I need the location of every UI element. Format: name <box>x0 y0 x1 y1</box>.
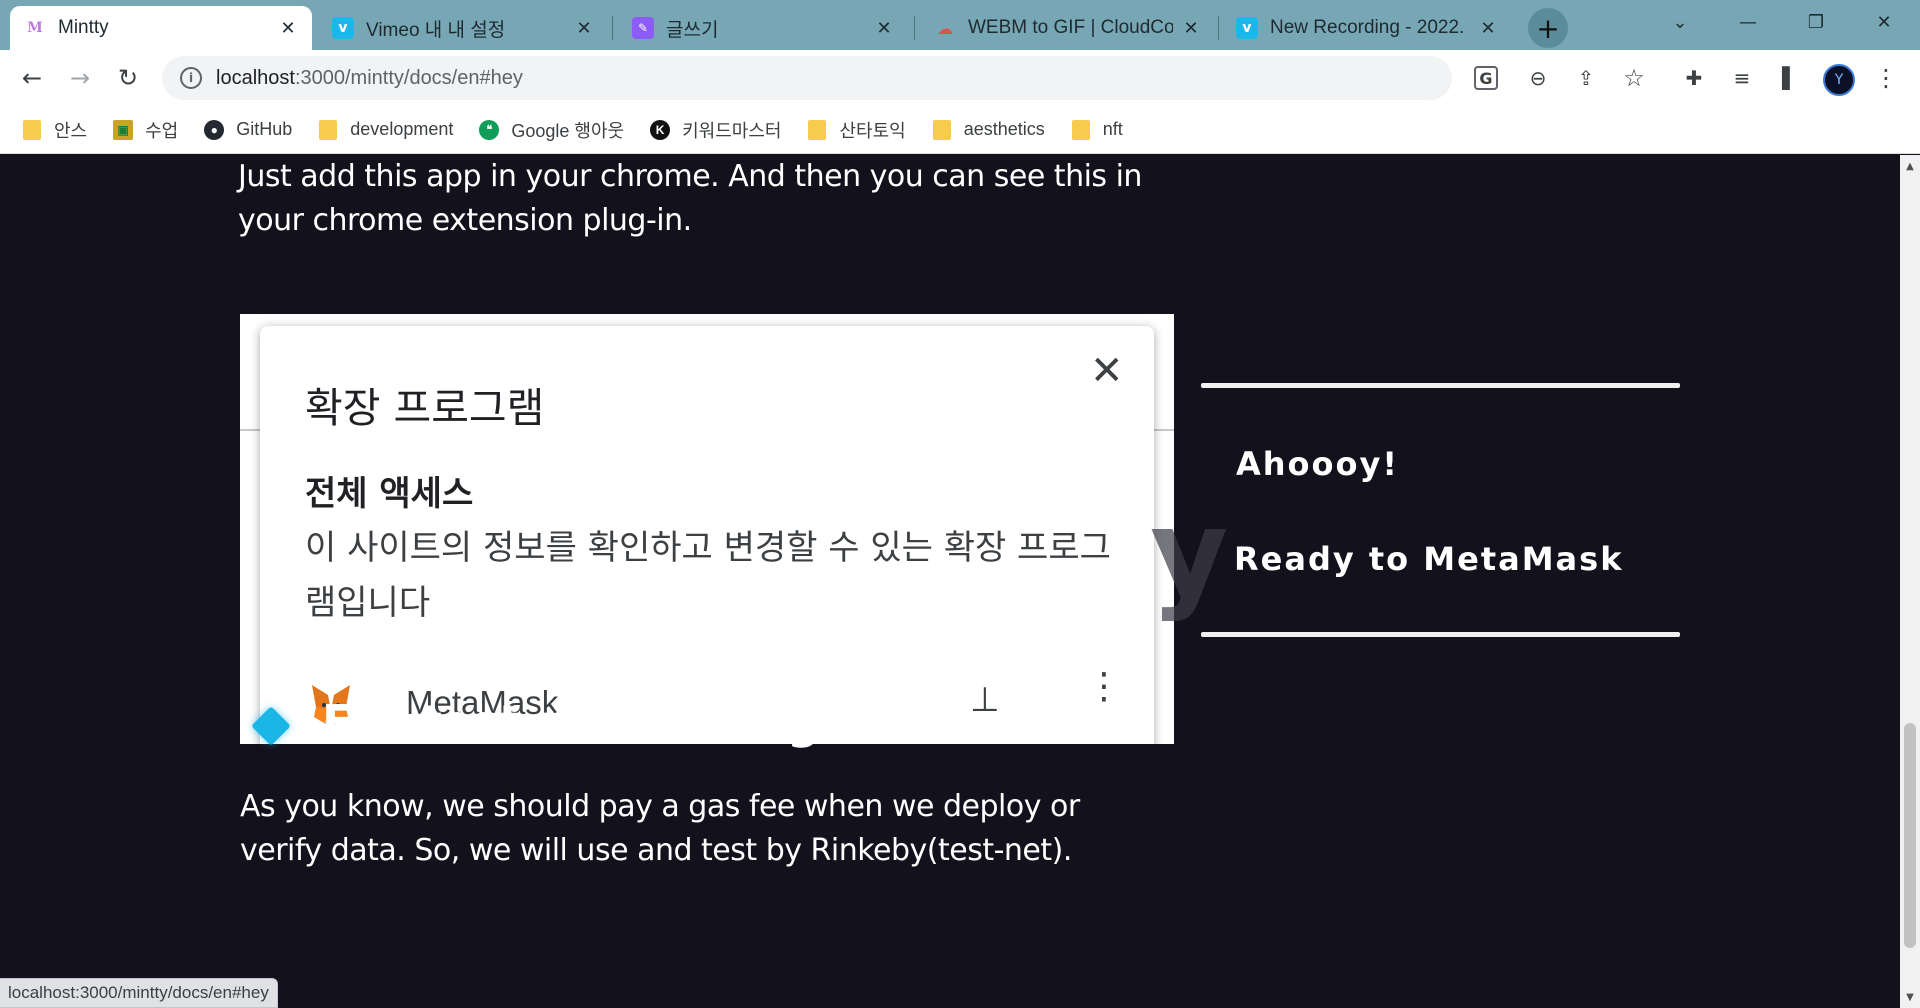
bookmarks-bar: 안스 ▣ 수업 ● GitHub development ❝ Google 행아… <box>0 106 1920 154</box>
tab-vimeo-settings[interactable]: v Vimeo 내 내 설정 ✕ <box>318 6 608 50</box>
profile-avatar[interactable]: Y <box>1823 64 1855 96</box>
scroll-thumb[interactable] <box>1904 723 1916 948</box>
tab-search-icon[interactable]: ⌄ <box>1652 0 1708 44</box>
page-scrollbar[interactable]: ▲ ▼ <box>1900 155 1920 1008</box>
bookmark-label: Google 행아웃 <box>511 120 625 141</box>
address-bar[interactable]: i localhost:3000/mintty/docs/en#hey <box>162 56 1452 100</box>
extension-popup: 확장 프로그램 ✕ 전체 액세스 이 사이트의 정보를 확인하고 변경할 수 있… <box>260 326 1154 744</box>
url-host: localhost <box>216 66 295 89</box>
zoom-icon[interactable]: ⊖ <box>1522 62 1554 94</box>
close-tab-icon[interactable]: ✕ <box>1179 16 1203 40</box>
popup-title: 확장 프로그램 <box>305 384 545 432</box>
intro-paragraph: Just add this app in your chrome. And th… <box>238 159 1142 238</box>
folder-icon <box>318 119 338 140</box>
background-decoration: y <box>1150 485 1229 624</box>
media-control-icon[interactable]: ≡ <box>1726 62 1758 94</box>
tab-title: New Recording - 2022. 1 <box>1270 17 1470 38</box>
bookmark-item[interactable]: ● GitHub <box>204 119 292 140</box>
cloudconvert-icon: ☁ <box>937 18 953 38</box>
menu-icon[interactable]: ⋮ <box>1870 62 1902 94</box>
translate-icon[interactable]: G <box>1474 66 1498 90</box>
bookmark-label: aesthetics <box>963 119 1045 139</box>
folder-icon <box>932 119 952 140</box>
bookmark-item[interactable]: ❝ Google 행아웃 <box>479 117 624 143</box>
forward-icon[interactable]: → <box>62 60 98 96</box>
bookmark-label: 수업 <box>145 120 179 141</box>
status-bubble: localhost:3000/mintty/docs/en#hey <box>0 978 278 1008</box>
section-paragraph: As you know, we should pay a gas fee whe… <box>240 789 1080 868</box>
github-icon: ● <box>204 119 225 140</box>
more-options-icon: ⋮ <box>1086 666 1122 707</box>
tab-separator <box>914 16 915 40</box>
scroll-up-icon[interactable]: ▲ <box>1900 157 1920 175</box>
extensions-icon[interactable]: ✚ <box>1678 62 1710 94</box>
browser-toolbar: ← → ↻ i localhost:3000/mintty/docs/en#he… <box>0 50 1920 106</box>
tab-writing[interactable]: ✎ 글쓰기 ✕ <box>618 6 908 50</box>
tab-separator <box>1218 16 1219 40</box>
url-path: :3000/mintty/docs/en#hey <box>294 66 523 89</box>
extension-screenshot: 확장 프로그램 ✕ 전체 액세스 이 사이트의 정보를 확인하고 변경할 수 있… <box>240 314 1174 744</box>
tab-title: 글쓰기 <box>666 19 719 41</box>
vimeo-icon: v <box>332 17 354 39</box>
reload-icon[interactable]: ↻ <box>110 60 146 96</box>
close-tab-icon[interactable]: ✕ <box>872 16 896 40</box>
minimize-icon[interactable]: — <box>1720 0 1776 44</box>
vimeo-icon: v <box>1236 17 1258 39</box>
pin-icon: ⊥ <box>970 680 1000 720</box>
tab-title: Mintty <box>58 17 109 38</box>
writing-app-icon: ✎ <box>632 17 654 39</box>
bookmark-label: nft <box>1102 119 1123 139</box>
hangouts-icon: ❝ <box>479 119 500 140</box>
bookmark-item[interactable]: K 키워드마스터 <box>650 117 781 143</box>
site-info-icon[interactable]: i <box>180 67 202 89</box>
keyword-master-icon: K <box>650 119 671 140</box>
bookmark-label: GitHub <box>236 119 293 139</box>
tab-mintty[interactable]: M Mintty ✕ <box>10 6 312 50</box>
close-tab-icon[interactable]: ✕ <box>572 16 596 40</box>
bookmark-label: 안스 <box>54 120 88 141</box>
bookmark-label: development <box>350 119 454 139</box>
card-bottom-divider <box>1201 632 1680 637</box>
bookmark-item[interactable]: nft <box>1071 119 1123 140</box>
side-panel-icon[interactable]: ▌ <box>1774 62 1806 94</box>
bookmark-label: 산타토익 <box>839 120 906 141</box>
close-window-icon[interactable]: ✕ <box>1856 0 1912 44</box>
back-icon[interactable]: ← <box>14 60 50 96</box>
close-icon: ✕ <box>1090 348 1124 394</box>
tab-vimeo-recording[interactable]: v New Recording - 2022. 1 ✕ <box>1222 6 1512 50</box>
card-top-divider <box>1201 383 1680 388</box>
tab-title: WEBM to GIF | CloudCon <box>968 17 1173 38</box>
folder-icon <box>807 119 827 140</box>
share-icon[interactable]: ⇪ <box>1570 62 1602 94</box>
mintty-logo-icon: M <box>27 20 43 36</box>
tab-title: Vimeo 내 내 설정 <box>366 19 506 41</box>
folder-icon <box>1071 119 1091 140</box>
scroll-down-icon[interactable]: ▼ <box>1900 988 1920 1006</box>
bookmark-label: 키워드마스터 <box>682 120 782 141</box>
page-content: Just add this app in your chrome. And th… <box>0 155 1900 1008</box>
folder-icon <box>22 119 42 140</box>
url-text: localhost:3000/mintty/docs/en#hey <box>216 67 523 90</box>
bookmark-item[interactable]: ▣ 수업 <box>113 117 178 143</box>
close-tab-icon[interactable]: ✕ <box>276 16 300 40</box>
bookmark-item[interactable]: aesthetics <box>932 119 1045 140</box>
tab-strip: M Mintty ✕ v Vimeo 내 내 설정 ✕ ✎ 글쓰기 ✕ ☁ WE… <box>0 0 1920 50</box>
bookmark-item[interactable]: development <box>318 119 453 140</box>
bookmark-star-icon[interactable]: ☆ <box>1618 62 1650 94</box>
tab-cloudconvert[interactable]: ☁ WEBM to GIF | CloudCon ✕ <box>920 6 1215 50</box>
card-greeting: Ahoooy! <box>1236 445 1399 483</box>
restore-icon[interactable]: ❐ <box>1788 0 1844 44</box>
card-subtitle: Ready to MetaMask <box>1234 540 1624 578</box>
section-heading: For test-net setting. <box>322 695 837 749</box>
bookmark-item[interactable]: 산타토익 <box>807 117 906 143</box>
popup-section-title: 전체 액세스 <box>305 474 474 514</box>
tab-separator <box>612 16 613 40</box>
classroom-icon: ▣ <box>113 119 134 140</box>
bookmark-item[interactable]: 안스 <box>22 117 87 143</box>
popup-description: 이 사이트의 정보를 확인하고 변경할 수 있는 확장 프로그램입니다 <box>305 528 1111 623</box>
close-tab-icon[interactable]: ✕ <box>1476 16 1500 40</box>
new-tab-button[interactable]: + <box>1528 8 1568 48</box>
